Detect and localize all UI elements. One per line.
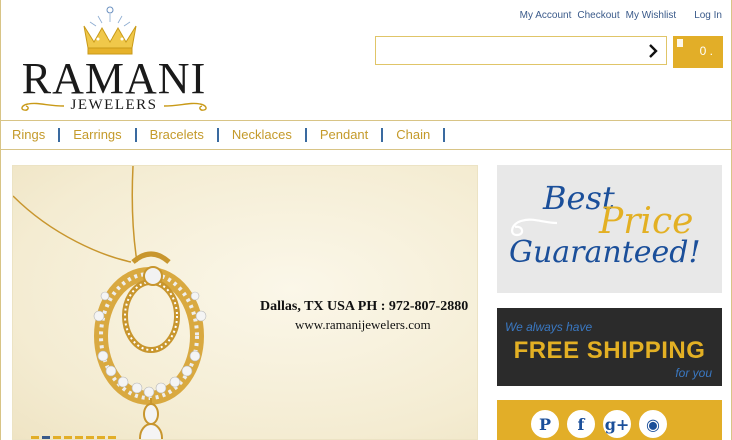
shipping-main-text: FREE SHIPPING	[513, 337, 706, 364]
category-nav: Rings Earrings Bracelets Necklaces Penda…	[0, 120, 732, 150]
slide-indicator[interactable]	[108, 436, 116, 439]
best-price-banner[interactable]: Best Price Guaranteed!	[497, 165, 722, 293]
slide-indicator[interactable]	[31, 436, 39, 439]
nav-item-earrings[interactable]: Earrings	[60, 128, 134, 142]
my-wishlist-link[interactable]: My Wishlist	[626, 9, 677, 23]
checkout-link[interactable]: Checkout	[577, 9, 619, 23]
hero-website-line: www.ramanijewelers.com	[295, 317, 431, 332]
my-account-link[interactable]: My Account	[520, 9, 572, 23]
pinterest-icon[interactable]: P	[531, 410, 559, 438]
slide-indicator[interactable]	[42, 436, 50, 439]
cart-button[interactable]: 0 .	[673, 36, 723, 68]
nav-item-bracelets[interactable]: Bracelets	[137, 128, 217, 142]
search-submit-button[interactable]	[646, 41, 660, 60]
slide-indicator[interactable]	[75, 436, 83, 439]
googleplus-icon[interactable]: g+	[603, 410, 631, 438]
flourish-right-icon	[163, 102, 207, 111]
hero-slider[interactable]: Dallas, TX USA PH : 972-807-2880 www.ram…	[12, 165, 478, 440]
category-list: Rings Earrings Bracelets Necklaces Penda…	[12, 121, 446, 149]
logo-subline: JEWELERS	[14, 96, 214, 116]
social-links-panel: Pf g+ ◉	[497, 400, 722, 440]
login-link[interactable]: Log In	[694, 9, 722, 23]
cart-count: 0 .	[699, 44, 713, 58]
chevron-right-icon	[649, 43, 658, 58]
nav-divider	[443, 128, 446, 142]
search-input[interactable]	[378, 39, 636, 62]
slide-indicator[interactable]	[64, 436, 72, 439]
shipping-top-text: We always have	[505, 320, 593, 334]
free-shipping-banner[interactable]: We always have FREE SHIPPING for you	[497, 308, 722, 386]
nav-item-necklaces[interactable]: Necklaces	[219, 128, 305, 142]
rss-icon[interactable]: ◉	[639, 410, 667, 438]
cart-icon	[677, 39, 683, 47]
hero-contact-line: Dallas, TX USA PH : 972-807-2880	[260, 299, 469, 314]
account-links: My Account Checkout My Wishlist Log In	[520, 9, 722, 23]
best-price-word-3: Guaranteed!	[509, 235, 701, 270]
nav-item-pendant[interactable]: Pendant	[307, 128, 381, 142]
crown-icon	[83, 6, 137, 55]
site-header: RAMANI JEWELERS My Account Checkout My W…	[0, 0, 732, 120]
slide-indicator[interactable]	[53, 436, 61, 439]
logo-tagline: JEWELERS	[70, 97, 158, 113]
search-bar	[375, 36, 667, 65]
slide-indicator[interactable]	[97, 436, 105, 439]
flourish-left-icon	[21, 102, 65, 111]
nav-item-rings[interactable]: Rings	[12, 128, 58, 142]
site-logo[interactable]: RAMANI JEWELERS	[14, 4, 214, 116]
facebook-icon[interactable]: f	[567, 410, 595, 438]
nav-item-chain[interactable]: Chain	[383, 128, 443, 142]
pendant-image	[13, 166, 207, 439]
social-icons: Pf g+ ◉	[531, 410, 667, 438]
slide-indicators	[31, 436, 116, 439]
shipping-bottom-text: for you	[675, 366, 712, 380]
slide-indicator[interactable]	[86, 436, 94, 439]
